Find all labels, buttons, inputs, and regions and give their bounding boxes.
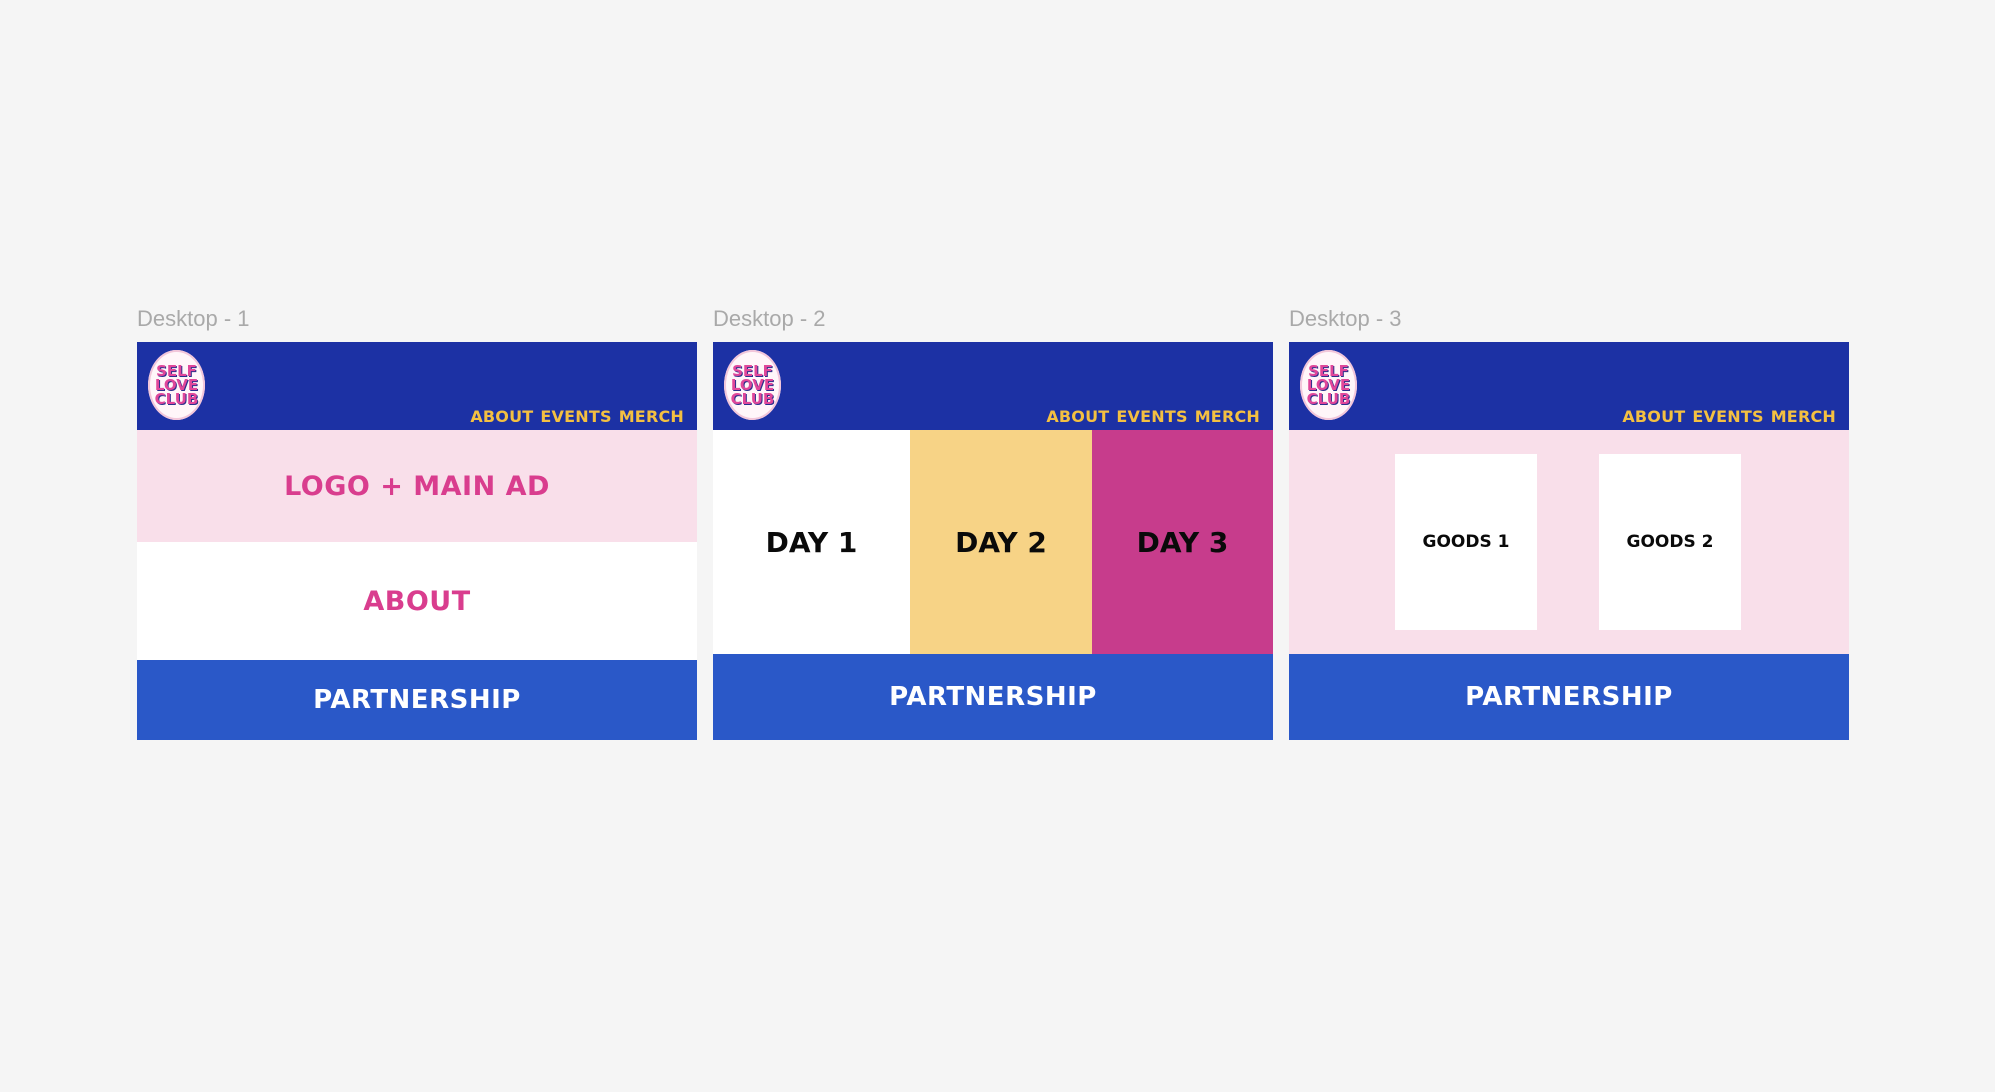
frame-label-desktop-2[interactable]: Desktop - 2 [713, 306, 826, 332]
about-placeholder-label: ABOUT [363, 585, 471, 617]
frame-desktop-1[interactable]: SELF LOVE CLUB ABOUT EVENTS MERCH LOGO +… [137, 342, 697, 740]
logo-badge[interactable]: SELF LOVE CLUB [1300, 350, 1357, 420]
hero-placeholder-label: LOGO + MAIN AD [284, 470, 550, 502]
merch-section: GOODS 1 GOODS 2 [1289, 430, 1849, 654]
nav-events-link[interactable]: EVENTS [540, 407, 611, 426]
day-2-label: DAY 2 [955, 525, 1047, 559]
frame-label-desktop-3[interactable]: Desktop - 3 [1289, 306, 1402, 332]
day-3-label: DAY 3 [1136, 525, 1229, 559]
nav-about-link[interactable]: ABOUT [1622, 407, 1685, 426]
frame-desktop-2[interactable]: SELF LOVE CLUB ABOUT EVENTS MERCH DAY 1 … [713, 342, 1273, 740]
logo-text-club: CLUB [1306, 390, 1351, 409]
nav-merch-link[interactable]: MERCH [619, 407, 684, 426]
partnership-label: PARTNERSHIP [313, 685, 521, 715]
goods-1-card[interactable]: GOODS 1 [1395, 454, 1537, 630]
hero-section: LOGO + MAIN AD [137, 430, 697, 542]
header: SELF LOVE CLUB ABOUT EVENTS MERCH [713, 342, 1273, 430]
partnership-footer: PARTNERSHIP [137, 660, 697, 740]
nav-about-link[interactable]: ABOUT [1046, 407, 1109, 426]
day-2-panel[interactable]: DAY 2 [910, 430, 1092, 654]
header: SELF LOVE CLUB ABOUT EVENTS MERCH [137, 342, 697, 430]
logo-badge[interactable]: SELF LOVE CLUB [148, 350, 205, 420]
day-1-panel[interactable]: DAY 1 [713, 430, 910, 654]
nav-events-link[interactable]: EVENTS [1692, 407, 1763, 426]
day-1-label: DAY 1 [765, 525, 858, 559]
partnership-footer: PARTNERSHIP [1289, 654, 1849, 740]
nav-events-link[interactable]: EVENTS [1116, 407, 1187, 426]
top-nav: ABOUT EVENTS MERCH [470, 407, 684, 426]
day-3-panel[interactable]: DAY 3 [1092, 430, 1273, 654]
top-nav: ABOUT EVENTS MERCH [1622, 407, 1836, 426]
partnership-footer: PARTNERSHIP [713, 654, 1273, 740]
partnership-label: PARTNERSHIP [889, 682, 1097, 712]
partnership-label: PARTNERSHIP [1465, 682, 1673, 712]
goods-1-label: GOODS 1 [1422, 532, 1510, 552]
top-nav: ABOUT EVENTS MERCH [1046, 407, 1260, 426]
logo-text-club: CLUB [154, 390, 199, 409]
nav-merch-link[interactable]: MERCH [1195, 407, 1260, 426]
nav-merch-link[interactable]: MERCH [1771, 407, 1836, 426]
logo-badge[interactable]: SELF LOVE CLUB [724, 350, 781, 420]
logo-text-club: CLUB [730, 390, 775, 409]
frame-label-desktop-1[interactable]: Desktop - 1 [137, 306, 250, 332]
goods-2-card[interactable]: GOODS 2 [1599, 454, 1741, 630]
frame-desktop-3[interactable]: SELF LOVE CLUB ABOUT EVENTS MERCH GOODS … [1289, 342, 1849, 740]
goods-2-label: GOODS 2 [1626, 532, 1714, 552]
about-section: ABOUT [137, 542, 697, 660]
header: SELF LOVE CLUB ABOUT EVENTS MERCH [1289, 342, 1849, 430]
nav-about-link[interactable]: ABOUT [470, 407, 533, 426]
